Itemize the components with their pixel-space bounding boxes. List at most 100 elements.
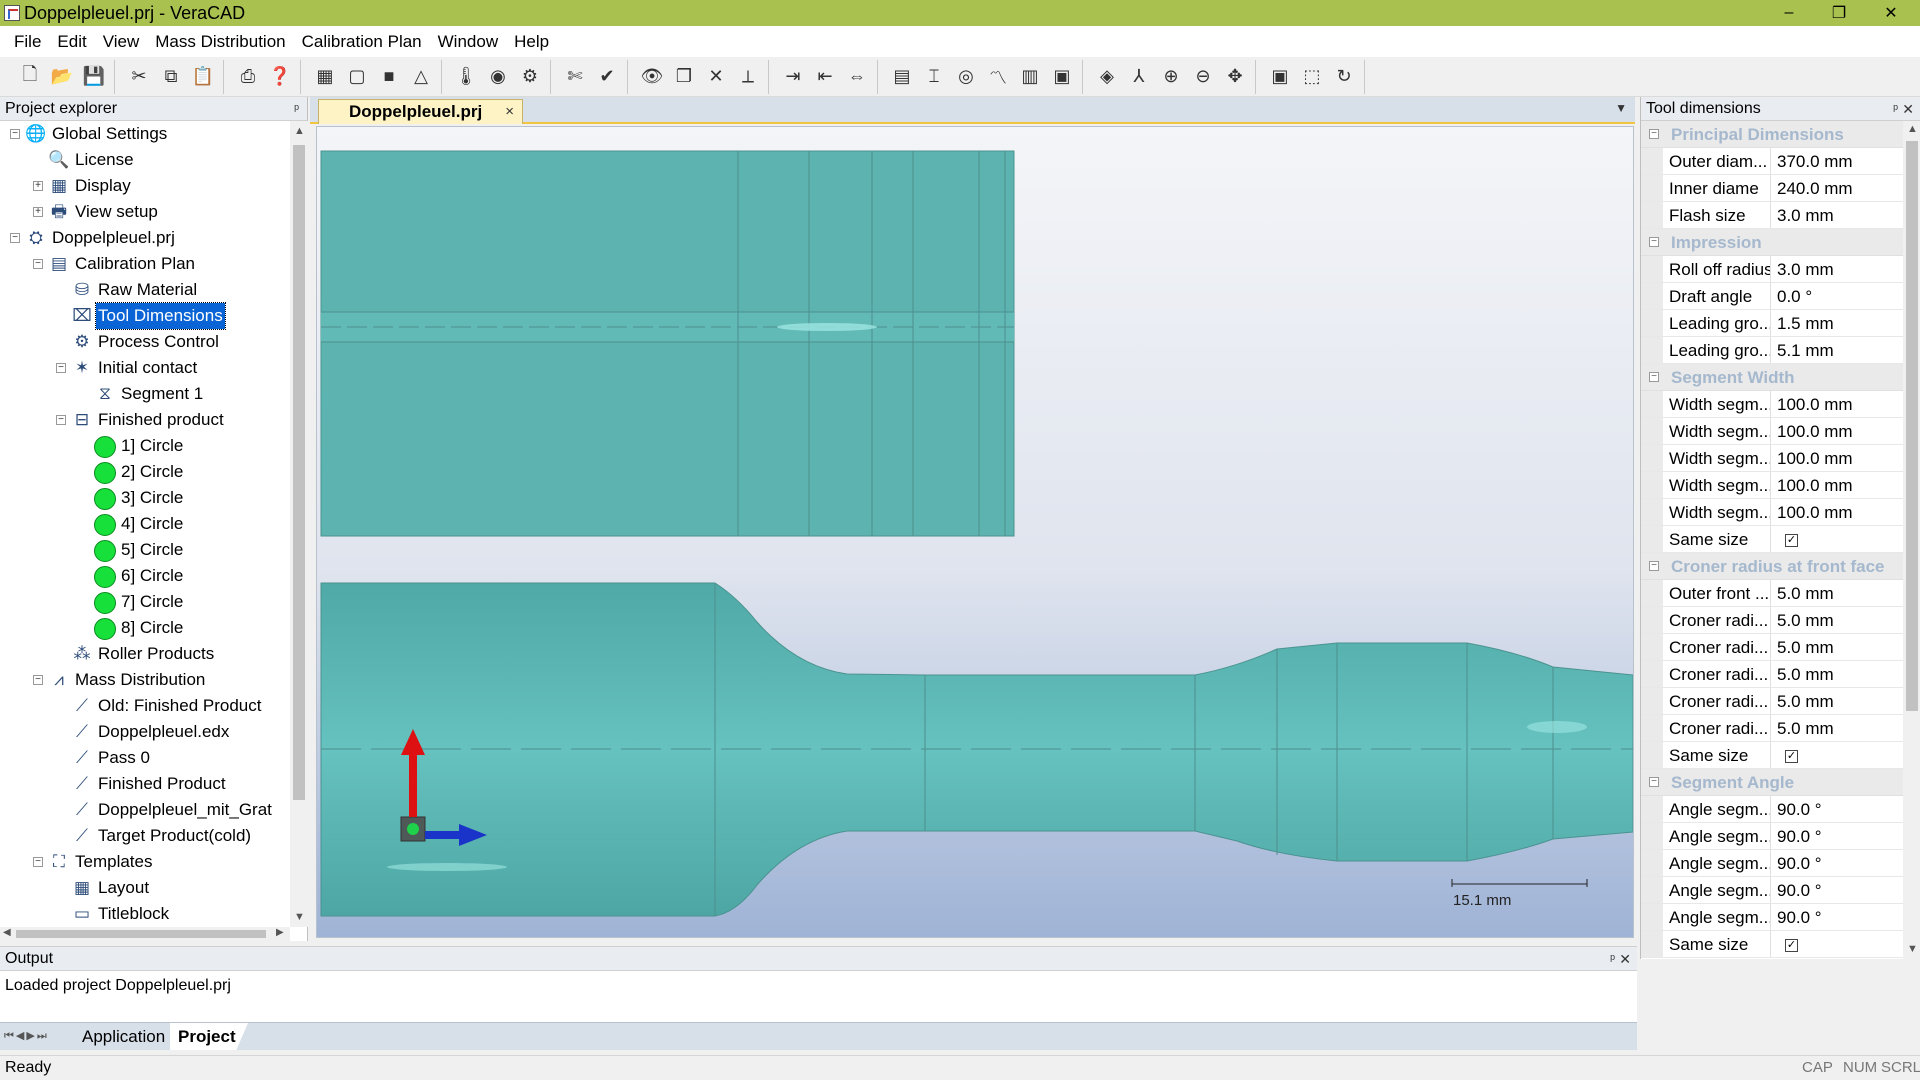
property-row[interactable]: Outer diam... 370.0 mm (1641, 148, 1903, 175)
property-value[interactable]: 3.0 mm (1771, 202, 1903, 228)
tree-item-templates[interactable]: − ⛶ Templates (0, 849, 290, 875)
cad-viewport[interactable]: 15.1 mm (316, 126, 1634, 938)
tab-application[interactable]: Application (74, 1023, 175, 1050)
collapse-icon[interactable]: − (1649, 777, 1659, 787)
property-value[interactable]: 100.0 mm (1771, 472, 1903, 498)
property-value[interactable]: 1.5 mm (1771, 310, 1903, 336)
cut-icon[interactable]: ✂ (125, 63, 153, 91)
eye-icon[interactable]: 👁 (638, 63, 666, 91)
align-icon[interactable]: ⇔ (843, 63, 871, 91)
property-row[interactable]: Same size ✓ (1641, 931, 1903, 958)
scroll-down-icon[interactable]: ▼ (294, 911, 305, 923)
hscroll-thumb[interactable] (16, 930, 266, 938)
tree-item-1-circle[interactable]: 1] Circle (0, 433, 290, 459)
pin-icon[interactable]: ᵖ (1893, 97, 1898, 121)
tree-item-5-circle[interactable]: 5] Circle (0, 537, 290, 563)
minimize-button[interactable]: – (1766, 0, 1812, 26)
axes-icon[interactable]: ⅄ (1125, 63, 1153, 91)
tree-item-finished-product[interactable]: − ⊟ Finished product (0, 407, 290, 433)
property-row[interactable]: Same size ✓ (1641, 742, 1903, 769)
menu-view[interactable]: View (95, 26, 148, 57)
property-row[interactable]: Croner radi... 5.0 mm (1641, 715, 1903, 742)
box-solid-icon[interactable]: ■ (375, 63, 403, 91)
same-size-checkbox[interactable]: ✓ (1785, 534, 1798, 548)
tab-list-dropdown-icon[interactable]: ▼ (1615, 101, 1627, 115)
close-icon[interactable]: ✕ (1902, 97, 1914, 121)
property-value[interactable]: 100.0 mm (1771, 418, 1903, 444)
property-row[interactable]: Flash size 3.0 mm (1641, 202, 1903, 229)
scroll-down-icon[interactable]: ▼ (1907, 943, 1918, 955)
property-value[interactable]: 5.1 mm (1771, 337, 1903, 363)
tree-item-7-circle[interactable]: 7] Circle (0, 589, 290, 615)
property-value[interactable]: 0.0 ° (1771, 283, 1903, 309)
tab-nav-arrows-icon[interactable]: ⏮◀▶⏭ (4, 1029, 49, 1043)
tree-item-raw-material[interactable]: ⛁ Raw Material (0, 277, 290, 303)
property-category[interactable]: − Principal Dimensions (1641, 121, 1903, 148)
property-row[interactable]: Width segm... 100.0 mm (1641, 472, 1903, 499)
chart-icon[interactable]: 〽 (984, 63, 1012, 91)
property-value[interactable]: 240.0 mm (1771, 175, 1903, 201)
menu-window[interactable]: Window (430, 26, 506, 57)
tree-item-mass-distribution[interactable]: − ⩘ Mass Distribution (0, 667, 290, 693)
tree-item-calibration-plan[interactable]: − ▤ Calibration Plan (0, 251, 290, 277)
print-icon[interactable]: ⎙ (234, 63, 262, 91)
property-value[interactable]: 370.0 mm (1771, 148, 1903, 174)
tree-item-3-circle[interactable]: 3] Circle (0, 485, 290, 511)
collapse-icon[interactable]: − (10, 129, 20, 139)
help-icon[interactable]: ❓ (266, 63, 294, 91)
property-value[interactable]: 5.0 mm (1771, 634, 1903, 660)
scroll-up-icon[interactable]: ▲ (1907, 123, 1918, 135)
property-row[interactable]: Inner diame 240.0 mm (1641, 175, 1903, 202)
calibration-dropdown-icon[interactable]: ⚙ (516, 63, 544, 91)
scroll-thumb[interactable] (293, 145, 305, 800)
menu-mass-distribution[interactable]: Mass Distribution (147, 26, 293, 57)
pin-icon[interactable]: ᵖ (1610, 947, 1615, 971)
scroll-up-icon[interactable]: ▲ (294, 125, 305, 137)
eye-dropdown-icon[interactable]: ◉ (484, 63, 512, 91)
fit-view-icon[interactable]: ▣ (1266, 63, 1294, 91)
property-value[interactable]: 90.0 ° (1771, 796, 1903, 822)
import-icon[interactable]: ⇤ (811, 63, 839, 91)
tree-item-2-circle[interactable]: 2] Circle (0, 459, 290, 485)
tab-project[interactable]: Project (170, 1023, 248, 1050)
property-row[interactable]: Croner radi... 5.0 mm (1641, 634, 1903, 661)
property-row[interactable]: Croner radi... 5.0 mm (1641, 661, 1903, 688)
measure-icon[interactable]: ⟂ (734, 63, 762, 91)
collapse-icon[interactable]: − (33, 259, 43, 269)
layout-grid-icon[interactable]: ▤ (888, 63, 916, 91)
property-row[interactable]: Angle segm... 90.0 ° (1641, 904, 1903, 931)
thermometer-icon[interactable]: 🌡 (452, 63, 480, 91)
property-value[interactable]: 5.0 mm (1771, 607, 1903, 633)
tree-item-doppelpleuel-prj[interactable]: − ⛭ Doppelpleuel.prj (0, 225, 290, 251)
zoom-in-icon[interactable]: ⊕ (1157, 63, 1185, 91)
zoom-out-icon[interactable]: ⊖ (1189, 63, 1217, 91)
property-value[interactable]: 90.0 ° (1771, 877, 1903, 903)
delete-x-icon[interactable]: ✕ (702, 63, 730, 91)
menu-calibration-plan[interactable]: Calibration Plan (294, 26, 430, 57)
scissors-icon[interactable]: ✄ (561, 63, 589, 91)
tree-item-pass-0[interactable]: ⟋ Pass 0 (0, 745, 290, 771)
scroll-thumb[interactable] (1906, 141, 1918, 711)
tree-item-view-setup[interactable]: + 🖶 View setup (0, 199, 290, 225)
property-row[interactable]: Outer front ... 5.0 mm (1641, 580, 1903, 607)
cad-icon[interactable]: ▣ (1048, 63, 1076, 91)
property-grid-scrollbar[interactable]: ▲ ▼ (1903, 121, 1920, 959)
select-3d-icon[interactable]: ◈ (1093, 63, 1121, 91)
tree-item-display[interactable]: + ▦ Display (0, 173, 290, 199)
scroll-right-icon[interactable]: ▶ (276, 927, 284, 938)
rotate-icon[interactable]: ↻ (1330, 63, 1358, 91)
tool-frame-icon[interactable]: ▦ (311, 63, 339, 91)
tree-item-global-settings[interactable]: − 🌐 Global Settings (0, 121, 290, 147)
copy-window-icon[interactable]: ❐ (670, 63, 698, 91)
menu-edit[interactable]: Edit (49, 26, 94, 57)
paste-icon[interactable]: 📋 (189, 63, 217, 91)
check-flag-icon[interactable]: ✔ (593, 63, 621, 91)
property-value[interactable]: 5.0 mm (1771, 688, 1903, 714)
menu-help[interactable]: Help (506, 26, 557, 57)
tree-item-segment-1[interactable]: ⧖ Segment 1 (0, 381, 290, 407)
pan-icon[interactable]: ✥ (1221, 63, 1249, 91)
property-row[interactable]: Angle segm... 90.0 ° (1641, 850, 1903, 877)
triangle-warning-icon[interactable]: △ (407, 63, 435, 91)
tab-close-icon[interactable]: × (505, 100, 514, 124)
export-icon[interactable]: ⇥ (779, 63, 807, 91)
